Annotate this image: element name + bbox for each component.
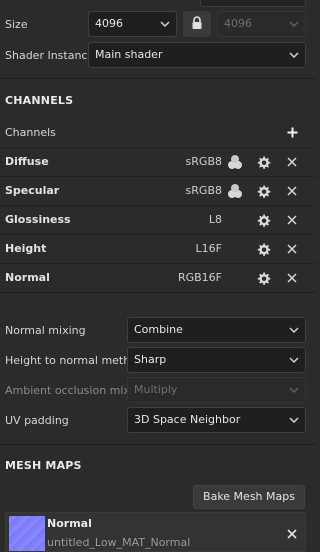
channel-row-height[interactable]: Height L16F [0,234,316,263]
gear-icon[interactable] [255,212,271,228]
channel-name: Height [5,242,47,255]
channel-format[interactable]: L16F [196,242,222,255]
normal-mixing-row: Normal mixing Combine [0,317,316,343]
scrolled-field[interactable] [200,0,306,7]
scrolled-top-strip [0,0,316,7]
gear-icon[interactable] [255,183,271,199]
shader-instance-value: Main shader [95,48,163,61]
channel-name: Diffuse [5,155,49,168]
chevron-down-icon [289,378,299,402]
channel-row-specular[interactable]: Specular sRGB8 [0,176,316,205]
chevron-down-icon [289,12,299,36]
channels-header-row: Channels [0,120,316,144]
gear-icon[interactable] [255,270,271,286]
shader-instance-label: Shader Instance [5,49,95,62]
size-linked-select: 4096 [217,11,306,37]
ao-mixing-select: Multiply [127,377,306,403]
height-to-normal-select[interactable]: Sharp [127,347,306,373]
close-icon[interactable] [284,183,300,199]
size-select[interactable]: 4096 [88,11,177,37]
channel-format[interactable]: sRGB8 [186,184,222,197]
channel-name: Normal [5,271,50,284]
channel-row-glossiness[interactable]: Glossiness L8 [0,205,316,234]
shader-instance-row: Shader Instance Main shader [0,42,316,68]
chevron-down-icon [289,318,299,342]
divider [0,78,316,79]
gear-icon[interactable] [255,154,271,170]
uv-padding-label: UV padding [5,414,69,427]
close-icon[interactable] [284,241,300,257]
uv-padding-row: UV padding 3D Space Neighbor [0,407,316,433]
channel-name: Glossiness [5,213,71,226]
channel-format[interactable]: RGB16F [178,271,222,284]
height-to-normal-row: Height to normal method Sharp [0,347,316,373]
divider [0,292,316,293]
size-label: Size [5,18,28,31]
close-icon[interactable] [284,154,300,170]
ao-mixing-row: Ambient occlusion mixing Multiply [0,377,316,403]
chevron-down-icon [289,43,299,67]
channel-name: Specular [5,184,60,197]
channel-format[interactable]: L8 [209,213,222,226]
height-to-normal-label: Height to normal method [5,354,144,367]
channel-row-normal[interactable]: Normal RGB16F [0,263,316,292]
height-to-normal-value: Sharp [134,353,167,366]
bake-mesh-maps-button[interactable]: Bake Mesh Maps [193,485,305,509]
plus-icon[interactable] [284,124,300,140]
chevron-down-icon [289,348,299,372]
mesh-maps-section-title: MESH MAPS [5,459,82,472]
close-icon[interactable] [284,212,300,228]
shader-instance-select[interactable]: Main shader [88,42,306,68]
close-icon[interactable] [285,527,299,541]
dithering-icon[interactable] [227,154,243,170]
ao-mixing-value: Multiply [134,383,178,396]
mesh-map-file: untitled_Low_MAT_Normal [47,536,191,549]
channel-row-diffuse[interactable]: Diffuse sRGB8 [0,147,316,176]
chevron-down-icon [289,408,299,432]
mesh-map-name: Normal [47,517,92,530]
close-icon[interactable] [284,270,300,286]
uv-padding-select[interactable]: 3D Space Neighbor [127,407,306,433]
size-linked-value: 4096 [224,17,252,30]
gear-icon[interactable] [255,241,271,257]
channels-section-title: CHANNELS [5,94,74,107]
uv-padding-value: 3D Space Neighbor [134,413,241,426]
normal-mixing-label: Normal mixing [5,324,86,337]
normal-map-thumbnail [9,516,45,551]
divider [0,444,316,445]
mesh-map-item-normal[interactable]: Normal untitled_Low_MAT_Normal [5,512,306,552]
size-select-value: 4096 [95,17,123,30]
ao-mixing-label: Ambient occlusion mixing [5,384,147,397]
normal-mixing-select[interactable]: Combine [127,317,306,343]
channel-format[interactable]: sRGB8 [186,155,222,168]
dithering-icon[interactable] [227,183,243,199]
lock-icon [191,15,203,33]
chevron-down-icon [160,12,170,36]
lock-size-button[interactable] [183,11,211,37]
channels-header-label: Channels [5,126,56,139]
normal-mixing-value: Combine [134,323,183,336]
